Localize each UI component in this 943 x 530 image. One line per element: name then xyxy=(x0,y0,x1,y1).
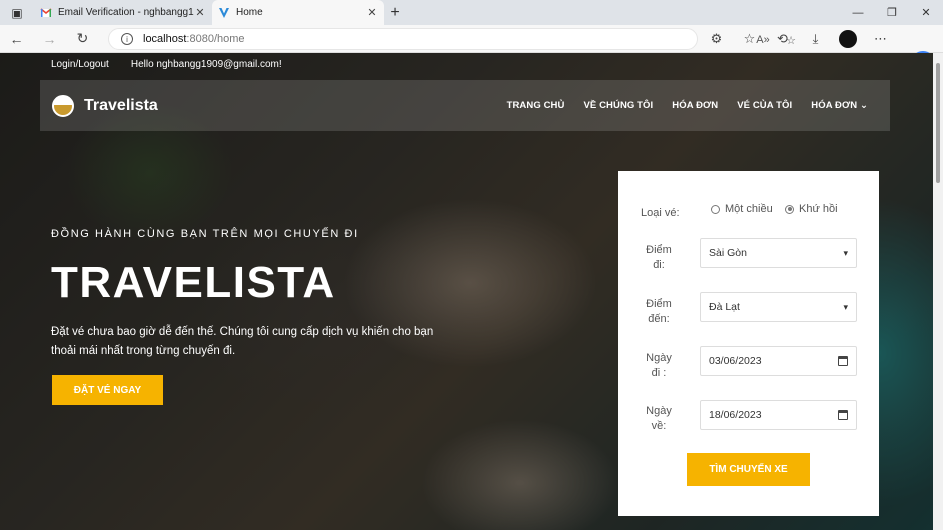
close-window-icon[interactable]: ✕ xyxy=(909,0,943,25)
minimize-icon[interactable]: — xyxy=(841,0,875,25)
window-controls: — ❐ ✕ xyxy=(841,0,943,25)
search-trips-button[interactable]: TÌM CHUYẾN XE xyxy=(687,453,810,486)
travelista-logo-icon[interactable] xyxy=(52,94,74,117)
nav-invoice-dropdown-label: HÓA ĐƠN xyxy=(811,100,858,111)
page-scrollbar[interactable] xyxy=(933,53,943,530)
profile-avatar[interactable] xyxy=(839,30,857,48)
hero-eyebrow: ĐỒNG HÀNH CÙNG BẠN TRÊN MỌI CHUYẾN ĐI xyxy=(51,228,359,240)
hero-title: TRAVELISTA xyxy=(51,258,336,307)
browser-tab-bar: ▣ Email Verification - nghbangg190 ✕ Hom… xyxy=(0,0,943,25)
radio-icon xyxy=(711,204,720,214)
radio-one-way[interactable]: Một chiều xyxy=(711,203,773,215)
depart-date-value: 03/06/2023 xyxy=(709,355,762,367)
new-tab-icon[interactable]: + xyxy=(384,0,406,25)
nav-menu: TRANG CHỦ VỀ CHÚNG TÔI HÓA ĐƠN VÉ CỦA TÔ… xyxy=(507,80,868,131)
address-bar[interactable]: i localhost:8080/home A» ☆ xyxy=(108,28,796,50)
chevron-down-icon: ▾ xyxy=(843,301,848,312)
more-icon[interactable]: ⋯ xyxy=(864,25,897,53)
vite-icon xyxy=(219,7,229,18)
to-select[interactable]: Đà Lạt ▾ xyxy=(700,292,857,322)
info-icon[interactable]: i xyxy=(121,33,133,45)
radio-checked-icon xyxy=(785,204,794,214)
top-user-bar: Login/Logout Hello nghbangg1909@gmail.co… xyxy=(51,59,282,70)
forward-icon[interactable]: → xyxy=(33,25,66,53)
return-date-value: 18/06/2023 xyxy=(709,409,762,421)
history-icon[interactable]: ⟲ xyxy=(766,25,799,53)
depart-date-input[interactable]: 03/06/2023 xyxy=(700,346,857,376)
nav-about[interactable]: VỀ CHÚNG TÔI xyxy=(583,100,653,111)
toolbar-actions: ⚙ ☆ ⟲ ⤓ ⋯ xyxy=(700,25,897,53)
depart-date-label: Ngày đi : xyxy=(646,352,672,379)
return-date-input[interactable]: 18/06/2023 xyxy=(700,400,857,430)
refresh-icon[interactable]: ↻ xyxy=(66,25,99,53)
to-value: Đà Lạt xyxy=(709,301,740,313)
login-logout-link[interactable]: Login/Logout xyxy=(51,59,109,70)
chevron-down-icon: ▾ xyxy=(843,247,848,258)
nav-home[interactable]: TRANG CHỦ xyxy=(507,100,565,111)
ticket-type-label: Loại vé: xyxy=(641,207,680,219)
close-tab-icon[interactable]: ✕ xyxy=(194,6,206,19)
site-navbar: Travelista TRANG CHỦ VỀ CHÚNG TÔI HÓA ĐƠ… xyxy=(40,80,890,131)
back-icon[interactable]: ← xyxy=(0,25,33,53)
calendar-icon[interactable] xyxy=(838,356,848,366)
download-icon[interactable]: ⤓ xyxy=(799,25,832,53)
return-date-label: Ngày về: xyxy=(646,405,672,432)
maximize-icon[interactable]: ❐ xyxy=(875,0,909,25)
tab-title: Email Verification - nghbangg190 xyxy=(58,7,194,18)
to-label: Điểm đến: xyxy=(646,298,672,325)
book-now-button[interactable]: ĐẶT VÉ NGAY xyxy=(52,375,163,405)
user-greeting: Hello nghbangg1909@gmail.com! xyxy=(130,59,282,70)
tab-title: Home xyxy=(236,7,263,18)
tab-home[interactable]: Home ✕ xyxy=(212,0,384,25)
favorites-icon[interactable]: ☆ xyxy=(733,25,766,53)
nav-my-tickets[interactable]: VÉ CỦA TÔI xyxy=(737,100,792,111)
from-select[interactable]: Sài Gòn ▾ xyxy=(700,238,857,268)
nav-invoice[interactable]: HÓA ĐƠN xyxy=(672,100,718,111)
calendar-icon[interactable] xyxy=(838,410,848,420)
tab-email-verification[interactable]: Email Verification - nghbangg190 ✕ xyxy=(34,0,212,25)
booking-form: Loại vé: Một chiều Khứ hồi Điểm đi: Sài … xyxy=(618,171,879,516)
browser-toolbar: ← → ↻ i localhost:8080/home A» ☆ ⚙ ☆ ⟲ ⤓… xyxy=(0,25,943,75)
round-trip-label: Khứ hồi xyxy=(799,203,838,215)
url-host: localhost xyxy=(143,33,187,45)
radio-round-trip[interactable]: Khứ hồi xyxy=(785,203,838,215)
scrollbar-thumb[interactable] xyxy=(936,63,940,183)
window-menu-icon[interactable]: ▣ xyxy=(0,0,34,25)
extensions-icon[interactable]: ⚙ xyxy=(700,25,733,53)
url-path: :8080/home xyxy=(186,33,245,45)
brand-name[interactable]: Travelista xyxy=(84,97,158,115)
one-way-label: Một chiều xyxy=(725,203,773,215)
from-label: Điểm đi: xyxy=(646,244,672,271)
hero-description: Đặt vé chưa bao giờ dễ đến thế. Chúng tô… xyxy=(51,326,434,357)
close-tab-icon[interactable]: ✕ xyxy=(366,6,378,19)
gmail-icon xyxy=(40,7,52,17)
chevron-down-icon: ⌄ xyxy=(859,100,868,111)
from-value: Sài Gòn xyxy=(709,247,747,259)
nav-invoice-dropdown[interactable]: HÓA ĐƠN ⌄ xyxy=(811,100,868,111)
hero-background: Login/Logout Hello nghbangg1909@gmail.co… xyxy=(0,53,933,530)
